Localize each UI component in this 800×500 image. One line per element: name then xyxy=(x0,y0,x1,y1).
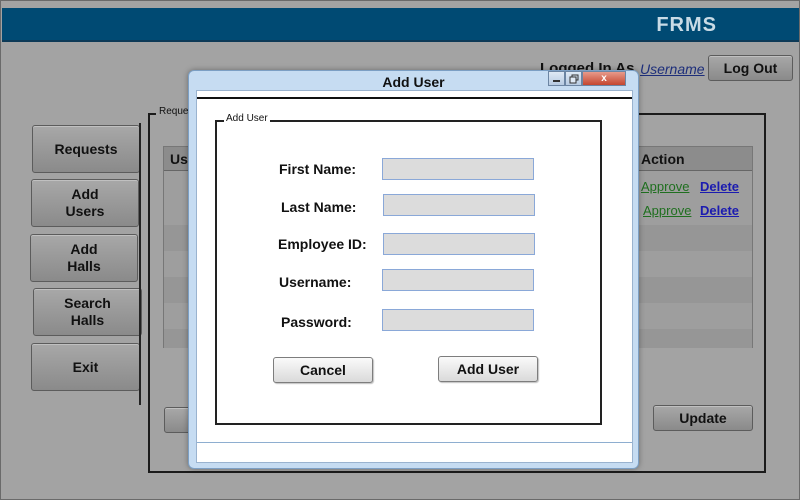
close-icon[interactable]: x xyxy=(582,71,626,86)
first-name-field[interactable] xyxy=(382,158,534,180)
minimize-icon[interactable] xyxy=(548,71,565,86)
sidebar-item-exit[interactable]: Exit xyxy=(31,343,140,391)
password-label: Password: xyxy=(281,314,352,330)
last-name-field[interactable] xyxy=(383,194,535,216)
column-header-action: Action xyxy=(641,151,685,167)
requests-panel-legend: Reque xyxy=(156,106,192,117)
sidebar-item-add-halls[interactable]: Add Halls xyxy=(30,234,138,282)
username-link[interactable]: Username xyxy=(640,61,705,77)
sidebar-divider xyxy=(139,123,141,405)
restore-icon[interactable] xyxy=(565,71,582,86)
window-controls: x xyxy=(548,71,627,87)
delete-link[interactable]: Delete xyxy=(700,203,739,218)
sidebar-item-search-halls[interactable]: Search Halls xyxy=(33,288,142,336)
cancel-button[interactable]: Cancel xyxy=(273,357,373,383)
add-user-group-legend: Add User xyxy=(224,113,270,124)
app-window: FRMS Logged In As Username Log Out Reque… xyxy=(0,0,800,500)
delete-link[interactable]: Delete xyxy=(700,179,739,194)
dialog-footer xyxy=(197,442,632,462)
header-bar: FRMS xyxy=(2,8,799,42)
column-header-user: Us xyxy=(170,151,188,167)
brand-logo: FRMS xyxy=(656,14,717,36)
password-field[interactable] xyxy=(382,309,534,331)
username-field[interactable] xyxy=(382,269,534,291)
sidebar-item-add-users[interactable]: Add Users xyxy=(31,179,139,227)
approve-link[interactable]: Approve xyxy=(641,179,689,194)
first-name-label: First Name: xyxy=(279,161,357,177)
logout-button[interactable]: Log Out xyxy=(708,55,793,81)
approve-link[interactable]: Approve xyxy=(643,203,691,218)
content-divider xyxy=(197,97,632,99)
last-name-label: Last Name: xyxy=(281,199,357,215)
employee-id-field[interactable] xyxy=(383,233,535,255)
add-user-button[interactable]: Add User xyxy=(438,356,538,382)
employee-id-label: Employee ID: xyxy=(278,236,367,252)
update-button[interactable]: Update xyxy=(653,405,753,431)
username-label: Username: xyxy=(279,274,352,290)
sidebar-item-requests[interactable]: Requests xyxy=(32,125,140,173)
